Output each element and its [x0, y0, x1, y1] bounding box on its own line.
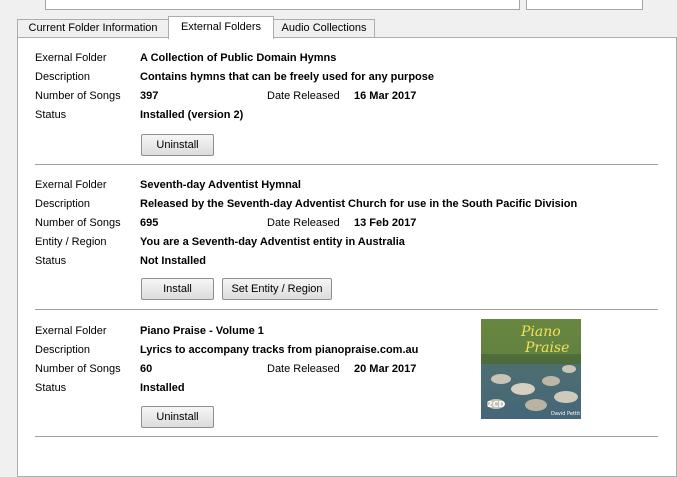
song-count: 60 — [140, 363, 153, 375]
entity-label: Entity / Region — [35, 236, 107, 248]
folder-label: Exernal Folder — [35, 52, 107, 64]
uninstall-button[interactable]: Uninstall — [141, 406, 214, 428]
tab-audio-collections[interactable]: Audio Collections — [273, 19, 375, 37]
description-label: Description — [35, 344, 91, 356]
top-text-field-right[interactable] — [526, 0, 643, 10]
install-button[interactable]: Install — [141, 278, 214, 300]
section-divider — [35, 309, 658, 310]
status-label: Status — [35, 255, 67, 267]
date-label: Date Released — [267, 90, 340, 102]
folder-name: Piano Praise - Volume 1 — [140, 325, 264, 337]
date-released: 16 Mar 2017 — [354, 90, 417, 102]
folder-description: Lyrics to accompany tracks from pianopra… — [140, 344, 419, 356]
folder-description: Contains hymns that can be freely used f… — [140, 71, 435, 83]
status-label: Status — [35, 109, 67, 121]
songs-label: Number of Songs — [35, 90, 121, 102]
songs-label: Number of Songs — [35, 363, 121, 375]
folder-status: Installed (version 2) — [140, 109, 244, 121]
date-label: Date Released — [267, 363, 340, 375]
album-title-line1: Piano — [520, 324, 561, 340]
description-label: Description — [35, 198, 91, 210]
external-folders-panel: Exernal Folder A Collection of Public Do… — [17, 37, 677, 477]
top-text-field-left[interactable] — [45, 0, 520, 10]
status-label: Status — [35, 382, 67, 394]
tab-external-folders[interactable]: External Folders — [168, 16, 274, 39]
album-title-line2: Praise — [524, 340, 569, 356]
date-released: 20 Mar 2017 — [354, 363, 417, 375]
folder-status: Installed — [140, 382, 185, 394]
tab-current-folder-information[interactable]: Current Folder Information — [17, 19, 169, 37]
entity-region-value: You are a Seventh-day Adventist entity i… — [140, 236, 405, 248]
folder-name: A Collection of Public Domain Hymns — [140, 52, 337, 64]
songs-label: Number of Songs — [35, 217, 121, 229]
section-divider — [35, 164, 658, 165]
folder-label: Exernal Folder — [35, 179, 107, 191]
date-released: 13 Feb 2017 — [354, 217, 417, 229]
song-count: 695 — [140, 217, 159, 229]
song-count: 397 — [140, 90, 159, 102]
section-divider — [35, 436, 658, 437]
album-art-image: Piano Praise 2CD David Pettit — [481, 319, 581, 419]
uninstall-button[interactable]: Uninstall — [141, 134, 214, 156]
album-art-picture: Piano Praise 2CD David Pettit — [481, 319, 581, 419]
set-entity-region-button[interactable]: Set Entity / Region — [222, 278, 332, 300]
album-artist: David Pettit — [551, 411, 580, 417]
album-badge: 2CD — [487, 400, 505, 409]
folder-status: Not Installed — [140, 255, 207, 267]
date-label: Date Released — [267, 217, 340, 229]
description-label: Description — [35, 71, 91, 83]
folder-name: Seventh-day Adventist Hymnal — [140, 179, 301, 191]
folder-label: Exernal Folder — [35, 325, 107, 337]
folder-description: Released by the Seventh-day Adventist Ch… — [140, 198, 578, 210]
